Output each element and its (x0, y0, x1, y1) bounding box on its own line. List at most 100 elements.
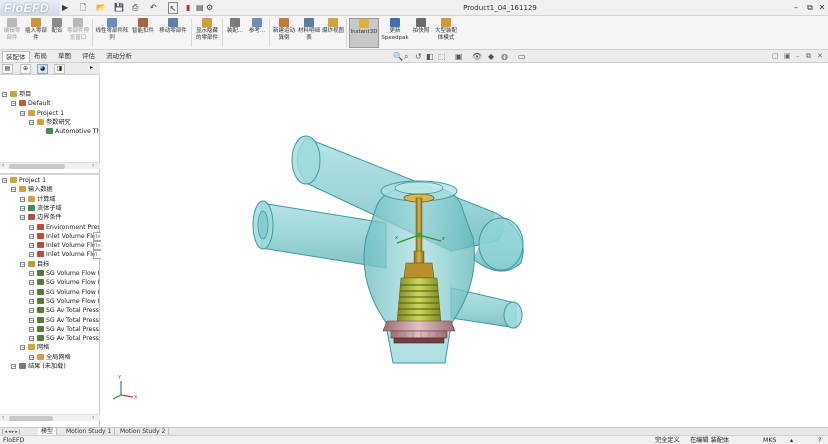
open-document-icon[interactable]: 📂 (96, 2, 106, 14)
ribbon-button[interactable]: 智能扣件 (131, 18, 155, 48)
tree-expander-icon[interactable]: − (29, 354, 34, 360)
ribbon-button[interactable]: 插入零部件 (24, 18, 48, 48)
tree-expander-icon[interactable]: − (29, 280, 34, 286)
tree-top-scrollbar[interactable]: ‹ › (0, 162, 100, 169)
panel-close-icon[interactable]: ✕ (817, 51, 823, 62)
view-orientation-icon[interactable]: ⬚ (438, 51, 446, 62)
tree-item[interactable]: SG Volume Flow Rate (37, 297, 99, 306)
options-gear-icon[interactable]: ⚙ (206, 2, 213, 14)
ribbon-button[interactable]: 爆炸视图 (322, 18, 344, 48)
panel-tile-icon[interactable]: ▣ (784, 51, 791, 62)
tree-item[interactable]: Automotive Thermostat (46, 127, 99, 136)
tree-expander-icon[interactable]: − (29, 336, 34, 342)
tree-bottom-scrollbar[interactable]: ‹ › (0, 414, 100, 421)
tree-expander-icon[interactable]: − (2, 178, 7, 184)
tree-expander-icon[interactable]: − (20, 110, 25, 116)
rebuild-icon[interactable]: ▮ (186, 2, 190, 14)
tree-item[interactable]: 项目 (10, 90, 99, 99)
tree-expander-icon[interactable]: − (29, 252, 34, 258)
tree-item[interactable]: Inlet Volume Flow (Inlet) (37, 241, 99, 250)
tree-expander-icon[interactable]: − (11, 187, 16, 193)
display-manager-tab-icon[interactable]: ◨ (54, 64, 65, 74)
status-units[interactable]: MKS (763, 436, 776, 444)
tree-item[interactable]: SG Av Total Pressure (37, 334, 99, 343)
tree-expander-icon[interactable]: − (29, 271, 34, 277)
zoom-area-icon[interactable]: ⌕ (404, 51, 408, 62)
graphics-viewport[interactable]: x z Y X (101, 63, 828, 427)
hide-show-icon[interactable]: 👁 (472, 51, 482, 62)
tree-expander-icon[interactable]: − (29, 119, 34, 125)
view-settings-icon[interactable]: ▭ (518, 51, 526, 62)
tree-item[interactable]: Environment Pressure (37, 223, 99, 232)
select-icon[interactable]: ↖ (168, 2, 178, 14)
tree-item[interactable]: 边界条件 (28, 213, 99, 222)
help-icon[interactable]: ? (818, 436, 821, 444)
ribbon-button[interactable]: 配合 (50, 18, 64, 48)
panel-expand-icon[interactable]: ▸ (86, 64, 97, 74)
section-view-icon[interactable]: ◧ (426, 51, 434, 62)
ribbon-button[interactable]: 拍快照 (411, 18, 431, 48)
ribbon-button[interactable]: 材料明细表 (298, 18, 320, 48)
display-style-icon[interactable]: ▣ (455, 51, 463, 62)
tree-item[interactable]: SG Av Total Pressure (37, 306, 99, 315)
tree-item[interactable]: SG Volume Flow Rate (37, 269, 99, 278)
ribbon-button[interactable]: Instant3D (349, 18, 379, 48)
tree-item[interactable]: 网格 (28, 343, 99, 352)
ribbon-button[interactable]: 显示隐藏的零部件 (194, 18, 220, 48)
zoom-to-fit-icon[interactable]: 🔍 (393, 51, 403, 62)
tree-expander-icon[interactable]: − (11, 101, 16, 107)
tree-expander-icon[interactable]: − (20, 196, 25, 202)
panel-splitter[interactable] (0, 173, 100, 175)
tree-expander-icon[interactable]: − (29, 317, 34, 323)
new-document-icon[interactable]: 🗋 (80, 2, 86, 14)
scrollbar-thumb[interactable] (9, 164, 65, 169)
panel-maximize-icon[interactable]: ⧉ (806, 51, 811, 62)
tree-item[interactable]: SG Av Total Pressure (37, 325, 99, 334)
tree-item[interactable]: Project 1 (28, 109, 99, 118)
tree-item[interactable]: SG Av Total Pressure (37, 316, 99, 325)
tree-expander-icon[interactable]: − (29, 308, 34, 314)
tree-expander-icon[interactable]: − (20, 205, 25, 211)
tree-item[interactable]: 流体子域 (28, 204, 99, 213)
property-manager-tab-icon[interactable]: ⊕ (20, 64, 31, 74)
tree-expander-icon[interactable]: − (20, 345, 25, 351)
tree-expander-icon[interactable]: − (29, 298, 34, 304)
tree-expander-icon[interactable]: − (29, 326, 34, 332)
ribbon-button[interactable]: 移动零部件 (157, 18, 189, 48)
command-tab[interactable]: 评估 (79, 51, 98, 62)
undo-icon[interactable]: ↶ (150, 2, 157, 14)
tree-item[interactable]: 目标 (28, 260, 99, 269)
panel-minimize-icon[interactable]: – (796, 51, 800, 62)
ribbon-button[interactable]: 参考... (247, 18, 267, 48)
tree-item[interactable]: 结果 (未加载) (19, 362, 99, 371)
panel-restore-icon[interactable]: ▢ (772, 51, 779, 62)
ribbon-button[interactable]: 更新 Speedpak (381, 18, 409, 48)
ribbon-button[interactable]: 新建运动算例 (272, 18, 296, 48)
appearance-icon[interactable]: ◆ (488, 51, 494, 62)
tree-expander-icon[interactable]: − (20, 261, 25, 267)
previous-view-icon[interactable]: ↺ (415, 51, 422, 62)
tree-expander-icon[interactable]: − (29, 289, 34, 295)
close-icon[interactable]: ✕ (816, 1, 828, 14)
ribbon-button[interactable]: 编辑零部件 (2, 18, 22, 48)
ribbon-button[interactable]: 线性零部件阵列 (95, 18, 129, 48)
app-logo[interactable]: FloEFD (0, 0, 60, 16)
scrollbar-thumb[interactable] (9, 416, 53, 421)
file-properties-icon[interactable]: ▤ (196, 2, 204, 14)
tree-item[interactable]: 参数研究 (37, 118, 99, 127)
command-tab[interactable]: 布局 (31, 51, 50, 62)
tree-expander-icon[interactable]: − (29, 224, 34, 230)
tree-expander-icon[interactable]: − (11, 364, 16, 370)
scene-icon[interactable]: ◍ (501, 51, 508, 62)
command-tab[interactable]: 草图 (55, 51, 74, 62)
tree-item[interactable]: SG Volume Flow Rate (37, 288, 99, 297)
minimize-icon[interactable]: – (790, 1, 802, 14)
command-tab[interactable]: 装配体 (2, 51, 30, 62)
thermostat-model[interactable]: x z Y X (101, 63, 828, 427)
thermostat-spring[interactable] (396, 277, 442, 324)
tree-expander-icon[interactable]: − (29, 243, 34, 249)
tree-item[interactable]: Inlet Volume Flow (Inlet) (37, 232, 99, 241)
gasket-seal[interactable] (382, 320, 456, 344)
save-icon[interactable]: 💾 (114, 2, 124, 14)
tree-item[interactable]: 计算域 (28, 195, 99, 204)
